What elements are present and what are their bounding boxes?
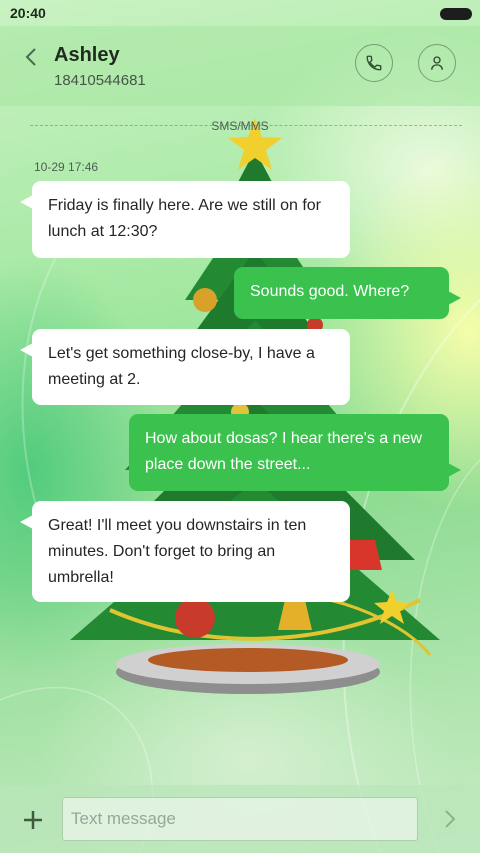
message-composer	[0, 785, 480, 853]
chevron-right-icon	[445, 810, 456, 828]
phone-icon	[366, 55, 382, 71]
chevron-left-icon	[25, 48, 36, 66]
contact-profile-button[interactable]	[418, 44, 456, 82]
channel-label: SMS/MMS	[211, 119, 269, 133]
contact-number: 18410544681	[54, 72, 146, 89]
contact-name: Ashley	[54, 44, 120, 66]
message-input[interactable]	[62, 797, 418, 841]
person-icon	[431, 56, 443, 70]
back-button[interactable]	[16, 42, 46, 72]
battery-full-icon	[440, 8, 472, 20]
incoming-message[interactable]: Great! I'll meet you downstairs in ten m…	[20, 501, 350, 602]
add-attachment-button[interactable]	[16, 803, 50, 837]
status-bar: 20:40	[0, 0, 480, 26]
plus-icon	[24, 811, 42, 829]
outgoing-message[interactable]: Sounds good. Where?	[234, 267, 461, 319]
outgoing-message[interactable]: How about dosas? I hear there's a new pl…	[129, 414, 461, 491]
message-timestamp: 10-29 17:46	[34, 160, 99, 174]
incoming-message[interactable]: Friday is finally here. Are we still on …	[20, 181, 350, 258]
call-button[interactable]	[355, 44, 393, 82]
conversation-header: Ashley 18410544681	[0, 26, 480, 106]
status-time: 20:40	[10, 5, 46, 21]
incoming-message[interactable]: Let's get something close-by, I have a m…	[20, 329, 350, 405]
send-button[interactable]	[436, 805, 464, 833]
